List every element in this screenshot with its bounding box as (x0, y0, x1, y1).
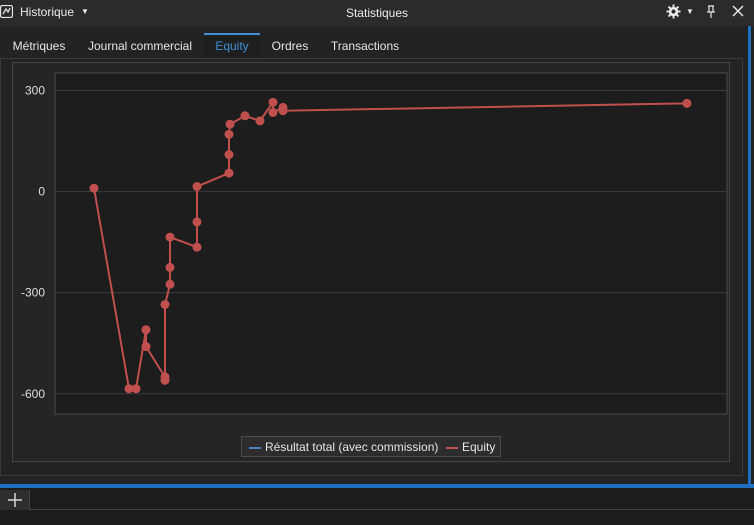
window-title: Statistiques (345, 6, 409, 20)
tab-journal-commercial[interactable]: Journal commercial (80, 33, 200, 58)
chevron-down-icon[interactable]: ▼ (81, 7, 89, 16)
app-logo-icon (0, 5, 13, 18)
y-tick-label: 300 (25, 84, 45, 98)
equity-point (224, 168, 234, 178)
legend-item-equity[interactable]: Equity (446, 440, 495, 454)
equity-point (278, 106, 288, 116)
y-tick-label: 0 (38, 185, 45, 199)
tab-equity[interactable]: Equity (204, 33, 260, 58)
equity-point (160, 375, 170, 385)
legend-label-equity: Equity (462, 440, 496, 454)
legend-swatch-resultat (249, 446, 261, 449)
title-bar: Historique ▼ Statistiques ▼ (0, 0, 754, 26)
equity-point (192, 242, 202, 252)
legend-item-resultat[interactable]: Résultat total (avec commission) (249, 440, 438, 454)
gear-icon[interactable] (666, 4, 681, 19)
equity-point (224, 150, 234, 160)
app-title[interactable]: Historique (20, 5, 74, 19)
tab-transactions[interactable]: Transactions (322, 33, 408, 58)
equity-point (224, 129, 234, 139)
equity-point (240, 111, 250, 121)
equity-point (165, 262, 175, 272)
equity-point (141, 342, 151, 352)
equity-point (165, 279, 175, 289)
tab-metriques[interactable]: Métriques (4, 33, 74, 58)
legend-swatch-equity (446, 446, 458, 449)
equity-point (160, 299, 170, 309)
equity-point (141, 325, 151, 335)
legend-label-resultat: Résultat total (avec commission) (265, 440, 439, 454)
plus-icon (8, 493, 22, 507)
tab-ordres[interactable]: Ordres (264, 33, 316, 58)
bottom-divider (30, 509, 754, 510)
equity-point (268, 107, 278, 117)
y-tick-label: -600 (21, 387, 45, 401)
equity-point (225, 119, 235, 129)
y-tick-label: -300 (21, 286, 45, 300)
bottom-panel (0, 488, 754, 525)
add-tab-button[interactable] (0, 490, 30, 510)
chart-frame: 300 0 -300 -600 (12, 62, 730, 462)
equity-point (165, 232, 175, 242)
tab-strip: Métriques Journal commercial Equity Ordr… (0, 33, 754, 58)
equity-point (682, 98, 692, 108)
equity-chart: 300 0 -300 -600 (21, 72, 728, 415)
settings-chevron-down-icon[interactable]: ▼ (686, 7, 694, 16)
chart-legend: Résultat total (avec commission) Equity (241, 436, 501, 457)
equity-point (131, 384, 141, 394)
pin-icon[interactable] (705, 4, 717, 20)
equity-point (192, 217, 202, 227)
equity-point (268, 97, 278, 107)
close-icon[interactable] (731, 4, 745, 18)
equity-point (255, 116, 265, 126)
equity-point (89, 183, 99, 193)
equity-point (192, 182, 202, 192)
panel-focus-border (748, 26, 751, 488)
